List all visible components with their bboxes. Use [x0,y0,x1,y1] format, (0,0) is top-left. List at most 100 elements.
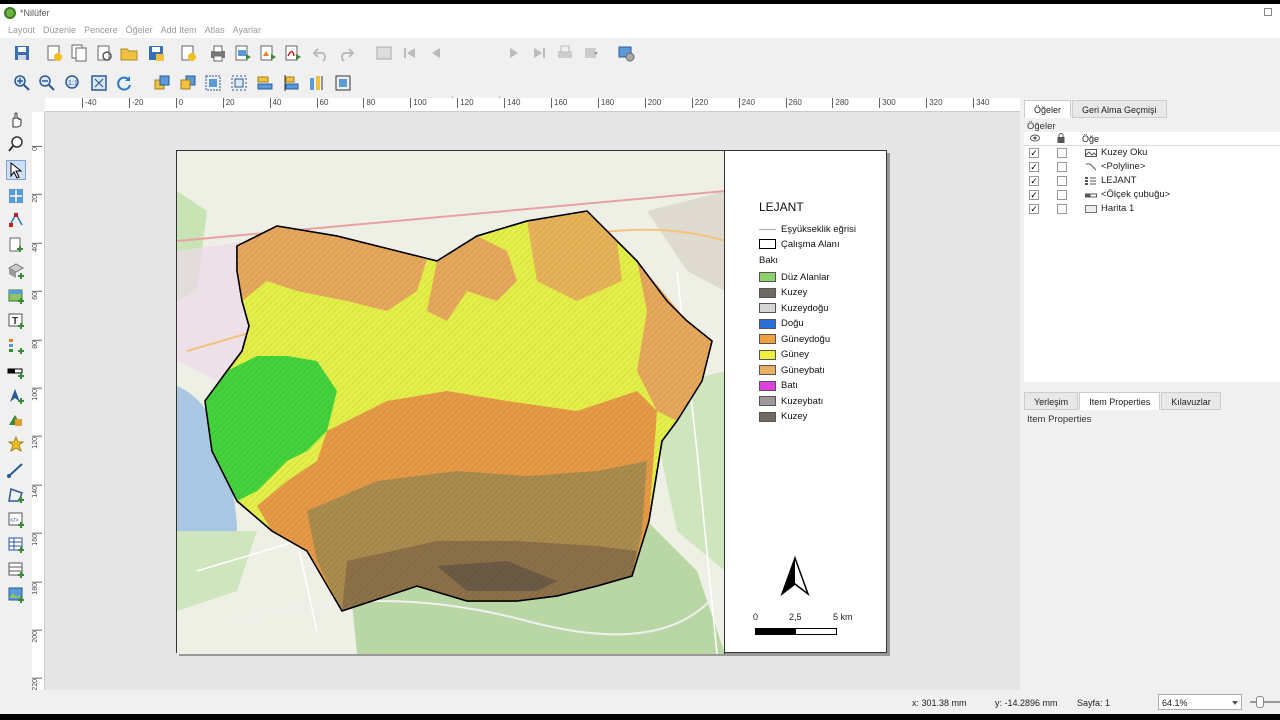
window-title: *Nilüfer [20,8,50,18]
properties-heading: Item Properties [1027,414,1092,425]
add-attribute-table-icon[interactable] [6,535,26,555]
move-content-icon[interactable] [6,186,26,206]
layout-canvas[interactable]: LEJANT Eşyükseklik eğrisi Çalışma Alanı … [45,112,1020,690]
item-row[interactable]: ✓ <Ölçek çubuğu> [1024,188,1280,202]
duplicate-layout-icon[interactable] [69,43,89,63]
add-label-icon[interactable]: T [6,311,26,331]
add-polyline-icon[interactable] [6,460,26,480]
restore-window-button[interactable] [1264,8,1272,16]
menu-edit[interactable]: Düzenle [43,22,76,38]
visibility-checkbox[interactable]: ✓ [1029,162,1039,172]
tab-item-properties[interactable]: Item Properties [1079,392,1161,410]
add-scalebar-icon[interactable] [6,361,26,381]
legend-class-item: Güneydoğu [759,333,830,345]
item-row[interactable]: ✓ <Polyline> [1024,160,1280,174]
add-shape-icon[interactable] [6,410,26,430]
add-legend-icon[interactable] [6,336,26,356]
lock-checkbox[interactable] [1057,190,1067,200]
visibility-checkbox[interactable]: ✓ [1029,204,1039,214]
export-image-icon[interactable] [233,43,253,63]
redo-icon[interactable] [336,43,356,63]
tab-layout[interactable]: Yerleşim [1024,392,1079,410]
save-template-icon[interactable] [146,43,166,63]
raise-item-icon[interactable] [152,73,172,93]
legend-class-item: Güneybatı [759,364,825,376]
lock-checkbox[interactable] [1057,176,1067,186]
last-feature-icon[interactable] [529,43,549,63]
lock-checkbox[interactable] [1057,162,1067,172]
legend-class-label: Güney [781,349,809,360]
legend-class-label: Kuzey [781,287,808,298]
zoom-in-icon[interactable] [12,73,32,93]
export-pdf-icon[interactable] [283,43,303,63]
visibility-checkbox[interactable]: ✓ [1029,148,1039,158]
export-svg-icon[interactable] [258,43,278,63]
export-atlas-icon[interactable] [582,43,602,63]
add-marker-icon[interactable] [6,435,26,455]
resize-to-square-icon[interactable] [333,73,353,93]
tab-guides[interactable]: Kılavuzlar [1161,392,1221,410]
add-fixed-table-icon[interactable] [6,560,26,580]
zoom-100-icon[interactable]: 1:1 [63,73,83,93]
add-page-icon[interactable] [178,43,198,63]
zoom-select[interactable]: 64.1% [1158,694,1242,710]
zoom-tool-icon[interactable] [6,134,26,154]
lock-checkbox[interactable] [1057,204,1067,214]
menu-items[interactable]: Öğeler [126,22,153,38]
item-row[interactable]: ✓ Kuzey Oku [1024,146,1280,160]
tab-items[interactable]: Öğeler [1024,100,1072,118]
menu-window[interactable]: Pencere [84,22,118,38]
add-page-tool-icon[interactable] [6,235,26,255]
group-items-icon[interactable] [203,73,223,93]
align-items-icon[interactable] [255,73,275,93]
item-row[interactable]: ✓ LEJANT [1024,174,1280,188]
menu-settings[interactable]: Ayarlar [233,22,261,38]
menu-atlas[interactable]: Atlas [205,22,225,38]
tab-undo-history[interactable]: Geri Alma Geçmişi [1072,100,1167,118]
ungroup-items-icon[interactable] [229,73,249,93]
save-icon[interactable] [12,43,32,63]
new-layout-icon[interactable] [44,43,64,63]
previous-feature-icon[interactable] [426,43,446,63]
add-polygon-icon[interactable] [6,485,26,505]
edit-nodes-icon[interactable] [6,210,26,230]
refresh-icon[interactable] [114,73,134,93]
svg-text:1:1: 1:1 [68,80,78,87]
zoom-slider-track[interactable] [1250,701,1280,703]
legend[interactable]: LEJANT Eşyükseklik eğrisi Çalışma Alanı … [726,151,888,654]
add-picture-icon[interactable] [6,585,26,605]
north-arrow-icon [780,555,810,597]
item-row[interactable]: ✓ Harita 1 [1024,202,1280,216]
lower-item-icon[interactable] [178,73,198,93]
print-icon[interactable] [208,43,228,63]
zoom-out-icon[interactable] [37,73,57,93]
bottom-tab-bar: Yerleşim Item Properties Kılavuzlar [1024,392,1222,410]
visibility-checkbox[interactable]: ✓ [1029,176,1039,186]
print-atlas-icon[interactable] [555,43,575,63]
add-map-icon[interactable] [6,286,26,306]
legend-item-contour: Eşyükseklik eğrisi [759,223,856,235]
menu-layout[interactable]: Layout [8,22,35,38]
first-feature-icon[interactable] [400,43,420,63]
select-move-item-icon[interactable] [6,160,26,180]
distribute-items-icon[interactable] [281,73,301,93]
map-item[interactable] [177,151,725,654]
pan-icon[interactable] [6,110,26,130]
undo-icon[interactable] [311,43,331,63]
add-3d-map-icon[interactable] [6,261,26,281]
add-north-arrow-icon[interactable] [6,386,26,406]
menu-add-item[interactable]: Add Item [161,22,197,38]
navigation-toolbar: 1:1 [0,70,1280,96]
atlas-settings-icon[interactable] [616,43,636,63]
open-template-icon[interactable] [119,43,139,63]
lock-checkbox[interactable] [1057,148,1067,158]
zoom-slider-handle[interactable] [1256,696,1264,708]
next-feature-icon[interactable] [504,43,524,63]
visibility-checkbox[interactable]: ✓ [1029,190,1039,200]
atlas-preview-icon[interactable] [374,43,394,63]
resize-items-icon[interactable] [307,73,327,93]
north-arrow[interactable] [779,555,811,600]
layout-manager-icon[interactable] [94,43,114,63]
add-html-icon[interactable]: </> [6,510,26,530]
zoom-full-icon[interactable] [89,73,109,93]
